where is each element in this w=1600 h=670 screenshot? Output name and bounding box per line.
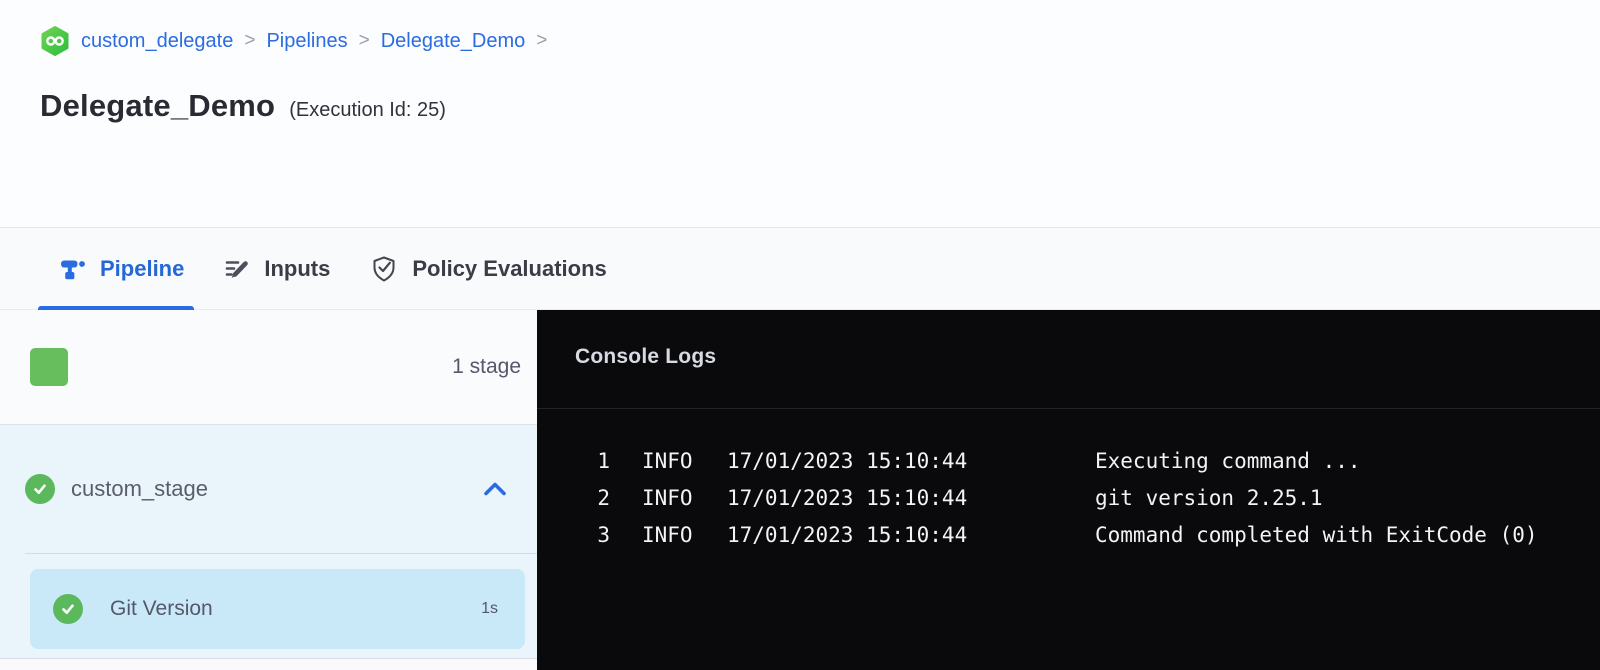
breadcrumb-link-pipelines[interactable]: Pipelines xyxy=(266,30,347,53)
console-panel: Console Logs 1 INFO 17/01/2023 15:10:44 … xyxy=(537,310,1600,670)
execution-id-label: (Execution Id: 25) xyxy=(289,99,446,122)
tab-inputs[interactable]: Inputs xyxy=(224,228,330,309)
step-name-label: Git Version xyxy=(110,597,213,621)
log-timestamp: 17/01/2023 15:10:44 xyxy=(727,523,967,547)
breadcrumb-separator: > xyxy=(244,30,255,52)
log-line: 1 INFO 17/01/2023 15:10:44 Executing com… xyxy=(575,442,1600,479)
page-header: custom_delegate > Pipelines > Delegate_D… xyxy=(0,0,1600,228)
log-level: INFO xyxy=(642,486,692,510)
step-duration-label: 1s xyxy=(481,600,498,618)
step-item-git-version[interactable]: Git Version 1s xyxy=(30,569,525,649)
log-level: INFO xyxy=(642,449,692,473)
log-message: Executing command ... xyxy=(1095,449,1361,473)
divider xyxy=(25,553,537,554)
success-check-icon xyxy=(53,594,83,624)
stage-count-label: 1 stage xyxy=(452,355,521,379)
log-message: Command completed with ExitCode (0) xyxy=(1095,523,1538,547)
page-title: Delegate_Demo xyxy=(40,88,275,124)
log-line: 2 INFO 17/01/2023 15:10:44 git version 2… xyxy=(575,479,1600,516)
breadcrumb-link-project[interactable]: custom_delegate xyxy=(81,30,233,53)
tab-pipeline[interactable]: Pipeline xyxy=(60,228,184,309)
log-line: 3 INFO 17/01/2023 15:10:44 Command compl… xyxy=(575,516,1600,553)
shield-check-icon xyxy=(370,255,398,283)
stage-row-custom-stage[interactable]: custom_stage xyxy=(0,425,537,553)
log-line-number: 1 xyxy=(575,449,610,473)
stage-panel: 1 stage custom_stage Git Versio xyxy=(0,310,537,670)
breadcrumb-link-pipeline-name[interactable]: Delegate_Demo xyxy=(381,30,526,53)
execution-main: 1 stage custom_stage Git Versio xyxy=(0,310,1600,670)
log-message: git version 2.25.1 xyxy=(1095,486,1323,510)
stage-status-square xyxy=(30,348,68,386)
breadcrumb-separator: > xyxy=(536,30,547,52)
log-line-number: 3 xyxy=(575,523,610,547)
tab-label: Inputs xyxy=(264,256,330,282)
title-row: Delegate_Demo (Execution Id: 25) xyxy=(40,88,1600,124)
breadcrumb-separator: > xyxy=(359,30,370,52)
console-header: Console Logs xyxy=(537,310,1600,409)
log-level: INFO xyxy=(642,523,692,547)
log-line-number: 2 xyxy=(575,486,610,510)
log-timestamp: 17/01/2023 15:10:44 xyxy=(727,486,967,510)
breadcrumb: custom_delegate > Pipelines > Delegate_D… xyxy=(40,26,1600,56)
console-title: Console Logs xyxy=(575,345,716,368)
stage-panel-footer xyxy=(0,658,537,670)
tab-label: Pipeline xyxy=(100,256,184,282)
log-timestamp: 17/01/2023 15:10:44 xyxy=(727,449,967,473)
inputs-icon xyxy=(224,256,250,282)
execution-tab-bar: Pipeline Inputs Policy Evaluations xyxy=(0,228,1600,310)
stage-name-label: custom_stage xyxy=(71,476,208,502)
console-log-list: 1 INFO 17/01/2023 15:10:44 Executing com… xyxy=(537,409,1600,553)
tab-label: Policy Evaluations xyxy=(412,256,606,282)
tab-policy-evaluations[interactable]: Policy Evaluations xyxy=(370,228,606,309)
chevron-up-icon[interactable] xyxy=(482,480,508,498)
pipeline-icon xyxy=(60,256,86,282)
success-check-icon xyxy=(25,474,55,504)
stage-summary-row: 1 stage xyxy=(0,310,537,425)
project-icon xyxy=(40,26,70,56)
